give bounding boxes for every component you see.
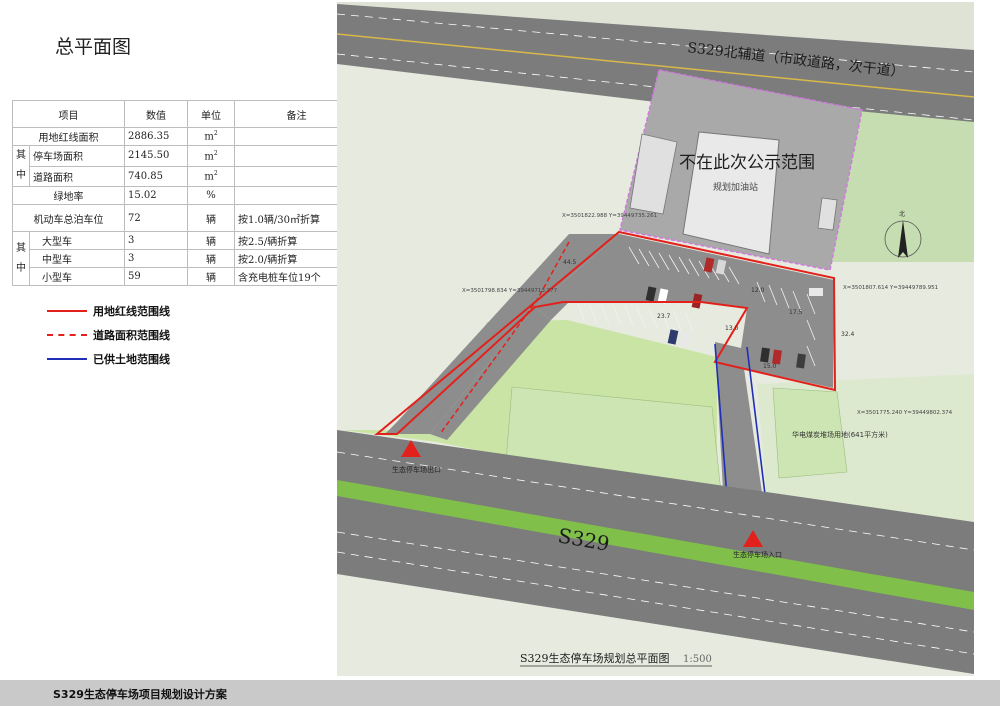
table-row: 用地红线面积 2886.35 m2: [12, 127, 359, 146]
row-value: 72: [124, 204, 188, 232]
table-row: 绿地率 15.02 %: [12, 186, 359, 205]
table-header-item: 项目: [12, 100, 125, 128]
table-header-row: 项目 数值 单位 备注: [12, 100, 359, 128]
dimension-label: 32.4: [841, 331, 855, 338]
table-header-value: 数值: [124, 100, 188, 128]
dimension-label: 13.0: [725, 325, 739, 332]
legend-item-red-solid: 用地红线范围线: [47, 299, 170, 323]
row-label: 小型车: [29, 267, 125, 286]
row-value: 740.85: [124, 165, 188, 187]
plan-scale: 1:500: [683, 654, 712, 665]
footer-bar: S329生态停车场项目规划设计方案: [0, 680, 1000, 706]
row-unit: 辆: [187, 249, 235, 268]
dimension-label: 17.5: [789, 309, 803, 316]
row-value: 2145.50: [124, 145, 188, 167]
group-label: 其中: [12, 145, 30, 187]
row-unit: m2: [187, 127, 235, 146]
gas-station-label: 规划加油站: [713, 181, 758, 193]
row-value: 59: [124, 267, 188, 286]
row-value: 3: [124, 231, 188, 250]
row-label: 大型车: [29, 231, 125, 250]
table-row: 其中 大型车 3 辆 按2.5/辆折算: [12, 231, 359, 286]
group-label: 其中: [12, 231, 30, 286]
site-plan-map: S329北辅道（市政道路，次干道） 不在此次公示范围 规划加油站 S329 生态…: [337, 2, 974, 676]
coord-label: X=3501822.988 Y=39449735.261: [562, 213, 657, 219]
legend-label: 道路面积范围线: [93, 329, 170, 342]
page-title: 总平面图: [55, 36, 132, 58]
row-label: 中型车: [29, 249, 125, 268]
row-unit: 辆: [187, 267, 235, 286]
row-label: 用地红线面积: [12, 127, 125, 146]
statistics-table: 项目 数值 单位 备注 用地红线面积 2886.35 m2 其中 停车场面积 2…: [12, 100, 359, 286]
row-value: 2886.35: [124, 127, 188, 146]
dimension-label: 44.5: [563, 259, 577, 266]
table-header-unit: 单位: [187, 100, 235, 128]
legend-label: 已供土地范围线: [93, 353, 170, 366]
row-unit: 辆: [187, 231, 235, 250]
coord-label: X=3501798.834 Y=39449713.377: [462, 288, 558, 294]
exit-label: 生态停车场出口: [392, 465, 441, 474]
row-unit: %: [187, 186, 235, 205]
legend-line-red-dashed: [47, 334, 87, 336]
legend: 用地红线范围线 道路面积范围线 已供土地范围线: [47, 299, 170, 371]
legend-item-blue-solid: 已供土地范围线: [47, 347, 170, 371]
land-use-note: 华电煤炭堆场用地(641平方米): [792, 430, 888, 439]
north-label: 北: [899, 210, 905, 218]
row-label: 机动车总泊车位: [12, 204, 125, 232]
dimension-label: 12.0: [751, 287, 765, 294]
plan-caption: S329生态停车场规划总平面图: [520, 651, 670, 665]
legend-line-red-solid: [47, 310, 87, 312]
row-label: 绿地率: [12, 186, 125, 205]
table-row: 小型车 59 辆 含充电桩车位19个: [13, 267, 359, 286]
table-row: 道路面积 740.85 m2: [13, 165, 359, 187]
row-unit: m2: [187, 165, 235, 187]
row-label: 道路面积: [29, 165, 125, 187]
dimension-label: 23.7: [657, 313, 671, 320]
row-unit: 辆: [187, 204, 235, 232]
entrance-label: 生态停车场入口: [733, 550, 782, 559]
dimension-label: 15.0: [763, 363, 777, 370]
row-value: 15.02: [124, 186, 188, 205]
footer-title: S329生态停车场项目规划设计方案: [53, 688, 227, 701]
row-value: 3: [124, 249, 188, 268]
table-row: 其中 停车场面积 2145.50 m2: [12, 145, 359, 187]
row-unit: m2: [187, 145, 235, 167]
legend-label: 用地红线范围线: [93, 305, 170, 318]
coord-label: X=3501807.614 Y=39449789.951: [843, 285, 938, 291]
coord-label: X=3501775.240 Y=39449802.374: [857, 410, 953, 416]
excluded-area-label: 不在此次公示范围: [679, 153, 815, 173]
legend-item-red-dashed: 道路面积范围线: [47, 323, 170, 347]
legend-line-blue-solid: [47, 358, 87, 360]
row-label: 停车场面积: [29, 145, 125, 167]
table-row: 机动车总泊车位 72 辆 按1.0辆/30㎡折算: [12, 204, 359, 232]
gas-station-building: [682, 131, 780, 255]
table-row: 中型车 3 辆 按2.0/辆折算: [13, 249, 359, 268]
